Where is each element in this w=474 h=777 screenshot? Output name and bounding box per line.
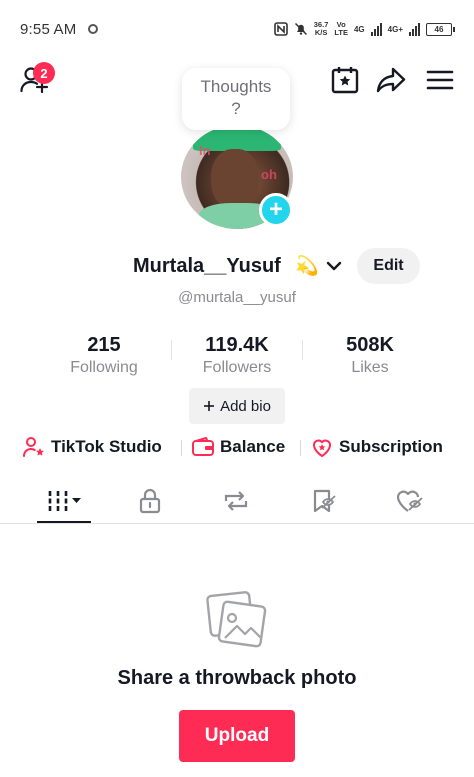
tool-label: Subscription — [339, 437, 443, 456]
stat-divider — [302, 340, 303, 360]
stat-value: 508K — [346, 334, 394, 356]
volte-indicator: Vo LTE — [334, 21, 348, 37]
avatar-overlay-text: oh — [261, 167, 277, 182]
friend-requests-badge: 2 — [33, 62, 55, 84]
network-type-1: 4G — [353, 24, 365, 34]
tab-favorites[interactable] — [294, 478, 354, 523]
avatar-face — [211, 149, 259, 209]
stat-likes[interactable]: 508K Likes — [310, 333, 430, 379]
sparkle-emoji: 💫 — [295, 256, 319, 277]
tool-divider — [181, 440, 182, 456]
balance-button[interactable]: Balance — [191, 432, 285, 462]
nfc-icon — [273, 22, 288, 36]
chevron-down-icon[interactable] — [324, 256, 344, 276]
add-bio-button[interactable]: Add bio — [189, 388, 285, 424]
thoughts-placeholder: ? — [231, 99, 241, 118]
subscription-icon — [313, 439, 331, 457]
stat-label: Likes — [351, 359, 389, 376]
profile-name-row: Murtala__Yusuf 💫 Edit — [0, 248, 474, 288]
favorites-icon — [313, 489, 336, 512]
battery-icon: 46 — [426, 22, 455, 36]
add-story-button[interactable]: + — [259, 193, 293, 227]
status-icons: 36.7 K/S Vo LTE 4G 4G+ 46 — [273, 18, 455, 40]
wallet-icon — [192, 437, 214, 456]
share-icon — [376, 67, 406, 93]
profile-handle: @murtala__yusuf — [178, 289, 296, 306]
reposts-icon — [224, 490, 248, 511]
tab-liked[interactable] — [380, 478, 440, 523]
tab-selected-indicator — [37, 521, 91, 523]
menu-icon — [426, 70, 454, 90]
status-dot-icon — [88, 24, 98, 34]
tiktok-studio-button[interactable]: TikTok Studio — [22, 432, 162, 462]
videos-grid-icon — [48, 490, 81, 511]
edit-profile-button[interactable]: Edit — [357, 248, 420, 284]
add-bio-label: Add bio — [220, 397, 271, 415]
stat-label: Following — [70, 359, 138, 376]
calendar-star-icon — [331, 67, 359, 94]
status-time: 9:55 AM — [20, 21, 77, 38]
subscription-button[interactable]: Subscription — [310, 432, 443, 462]
signal-icon-1 — [370, 22, 382, 36]
stat-value: 119.4K — [205, 334, 269, 356]
empty-state-title: Share a throwback photo — [117, 667, 357, 689]
stat-followers[interactable]: 119.4K Followers — [177, 333, 297, 379]
thoughts-title: Thoughts — [200, 77, 272, 96]
stat-label: Followers — [202, 359, 272, 376]
tab-private[interactable] — [120, 478, 180, 523]
share-profile-button[interactable] — [375, 64, 407, 96]
signal-icon-2 — [409, 22, 420, 36]
tool-divider — [300, 440, 301, 456]
tab-reposts[interactable] — [206, 478, 266, 523]
mute-icon — [294, 22, 307, 36]
network-speed: 36.7 K/S — [314, 21, 329, 37]
thoughts-bubble[interactable]: Thoughts ? — [182, 68, 290, 130]
creator-tools-row: TikTok Studio Balance Subscription — [0, 432, 474, 462]
avatar-overlay-text: In — [199, 143, 211, 158]
calendar-button[interactable] — [329, 64, 361, 96]
tool-label: Balance — [220, 437, 286, 456]
plus-icon: + — [268, 196, 283, 223]
tiktok-studio-icon — [23, 437, 44, 457]
network-type-2: 4G+ — [387, 24, 403, 34]
tab-videos[interactable] — [34, 478, 94, 523]
liked-icon — [396, 490, 423, 512]
tool-label: TikTok Studio — [51, 437, 162, 456]
upload-button[interactable]: Upload — [179, 710, 295, 762]
plus-icon — [204, 401, 215, 411]
photo-icon — [206, 591, 267, 648]
profile-tabs — [0, 478, 474, 524]
status-bar: 9:55 AM 36.7 K/S Vo LTE 4G 4G+ 46 — [0, 0, 474, 60]
volte-bottom: LTE — [334, 28, 348, 37]
username: Murtala__Yusuf — [133, 255, 281, 277]
network-speed-unit: K/S — [314, 28, 328, 37]
menu-button[interactable] — [424, 64, 456, 96]
battery-level: 46 — [434, 24, 444, 34]
private-lock-icon — [139, 488, 161, 513]
stat-value: 215 — [87, 334, 121, 356]
stat-divider — [171, 340, 172, 360]
stat-following[interactable]: 215 Following — [44, 333, 164, 379]
